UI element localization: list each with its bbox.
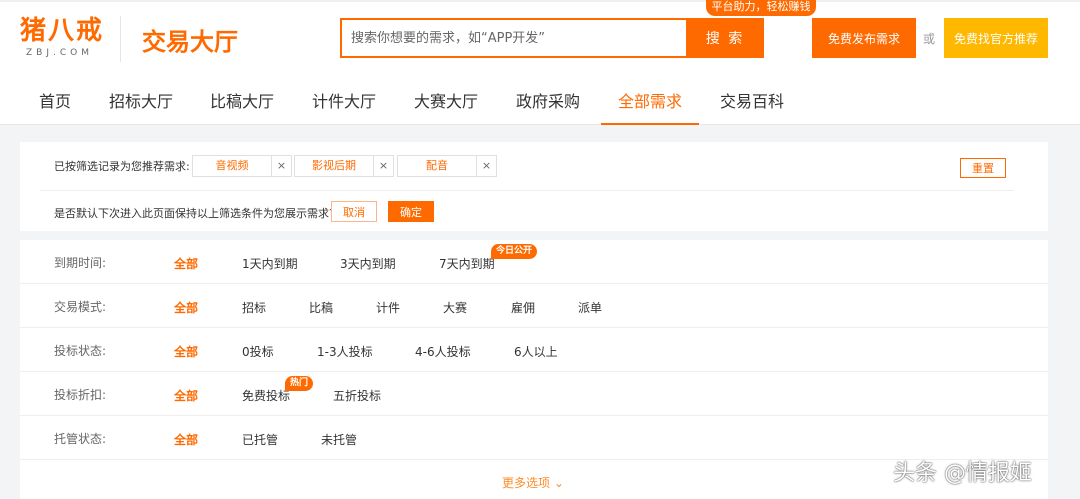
row-label: 交易模式: — [54, 300, 107, 314]
filter-option[interactable]: 1天内到期 — [242, 255, 298, 272]
filter-option[interactable]: 全部 — [174, 299, 198, 316]
nav-bidding-hall[interactable]: 招标大厅 — [109, 88, 173, 125]
notice-divider — [40, 190, 1014, 191]
search-box: 搜 索 — [340, 18, 764, 58]
filter-option[interactable]: 计件 — [376, 299, 400, 316]
filter-chip: 影视后期 × — [294, 155, 394, 177]
nav-contest-bid-hall[interactable]: 比稿大厅 — [210, 88, 274, 125]
or-text: 或 — [923, 32, 936, 46]
notice-label: 已按筛选记录为您推荐需求: — [54, 160, 190, 173]
filter-option[interactable]: 已托管 — [242, 431, 278, 448]
page-header: 猪八戒 ZBJ.COM 交易大厅 搜 索 平台助力，轻松赚钱 免费发布需求 或 … — [0, 0, 1080, 125]
filter-option[interactable]: 7天内到期 — [439, 255, 495, 272]
cancel-button[interactable]: 取消 — [331, 201, 377, 222]
filter-option[interactable]: 未托管 — [321, 431, 357, 448]
promo-tag: 平台助力，轻松赚钱 — [706, 0, 816, 16]
more-options-toggle[interactable]: 更多选项 ⌄ — [502, 474, 564, 491]
chip-close-icon[interactable]: × — [373, 156, 393, 176]
today-public-badge: 今日公开 — [491, 244, 538, 259]
chip-label: 影视后期 — [312, 159, 356, 172]
filter-option[interactable]: 全部 — [174, 255, 198, 272]
nav-piecework-hall[interactable]: 计件大厅 — [312, 88, 376, 125]
filter-option[interactable]: 招标 — [242, 299, 266, 316]
filter-option[interactable]: 6人以上 — [514, 343, 558, 360]
search-input[interactable] — [342, 20, 686, 56]
row-label: 投标折扣: — [54, 388, 107, 402]
hot-badge: 热门 — [285, 376, 314, 391]
row-label: 到期时间: — [54, 256, 107, 270]
post-requirement-button[interactable]: 免费发布需求 — [812, 18, 916, 58]
filter-row-trade-mode: 交易模式: 全部 招标 比稿 计件 大赛 雇佣 派单 — [20, 284, 1048, 328]
filter-option[interactable]: 0投标 — [242, 343, 274, 360]
logo-text: 猪八戒 — [20, 16, 105, 46]
nav-competition-hall[interactable]: 大赛大厅 — [414, 88, 478, 125]
filter-option[interactable]: 3天内到期 — [340, 255, 396, 272]
filter-option[interactable]: 免费投标 — [242, 387, 290, 404]
filter-chip: 音视频 × — [192, 155, 292, 177]
reset-button[interactable]: 重置 — [960, 158, 1006, 178]
watermark: 头条 @情报姬 — [893, 461, 1032, 486]
filter-chip: 配音 × — [397, 155, 497, 177]
filter-option[interactable]: 五折投标 — [333, 387, 381, 404]
search-button[interactable]: 搜 索 — [686, 20, 764, 56]
chip-label: 音视频 — [215, 159, 249, 172]
nav-trade-wiki[interactable]: 交易百科 — [720, 88, 784, 125]
nav-all-requirements[interactable]: 全部需求 — [601, 88, 699, 125]
top-line — [0, 0, 1080, 2]
nav-home[interactable]: 首页 — [38, 88, 72, 125]
confirm-button[interactable]: 确定 — [388, 201, 434, 222]
row-label: 托管状态: — [54, 432, 107, 446]
logo-domain: ZBJ.COM — [26, 48, 93, 58]
chip-close-icon[interactable]: × — [476, 156, 496, 176]
chip-label: 配音 — [426, 159, 448, 172]
filter-row-escrow-status: 托管状态: 全部 已托管 未托管 — [20, 416, 1048, 460]
row-label: 投标状态: — [54, 344, 107, 358]
filter-option[interactable]: 全部 — [174, 431, 198, 448]
filter-option[interactable]: 1-3人投标 — [317, 343, 373, 360]
filter-row-bid-status: 投标状态: 全部 0投标 1-3人投标 4-6人投标 6人以上 — [20, 328, 1048, 372]
filter-option[interactable]: 雇佣 — [511, 299, 535, 316]
official-recommend-button[interactable]: 免费找官方推荐 — [944, 18, 1048, 58]
filter-row-bid-discount: 投标折扣: 全部 免费投标 五折投标 热门 — [20, 372, 1048, 416]
page-title: 交易大厅 — [142, 28, 238, 56]
filter-option[interactable]: 全部 — [174, 343, 198, 360]
filter-option[interactable]: 4-6人投标 — [415, 343, 471, 360]
zbj-logo[interactable]: 猪八戒 ZBJ.COM — [20, 14, 110, 64]
filter-option[interactable]: 比稿 — [309, 299, 333, 316]
filter-option[interactable]: 全部 — [174, 387, 198, 404]
filter-option[interactable]: 大赛 — [443, 299, 467, 316]
filter-notice-panel: 已按筛选记录为您推荐需求: 音视频 × 影视后期 × 配音 × 重置 是否默认下… — [20, 142, 1048, 231]
confirm-text: 是否默认下次进入此页面保持以上筛选条件为您展示需求? — [54, 207, 335, 220]
logo-divider — [120, 16, 121, 62]
nav-gov-procurement[interactable]: 政府采购 — [516, 88, 580, 125]
filter-option[interactable]: 派单 — [578, 299, 602, 316]
chip-close-icon[interactable]: × — [271, 156, 291, 176]
filter-row-expiry: 到期时间: 全部 1天内到期 3天内到期 7天内到期 今日公开 — [20, 240, 1048, 284]
